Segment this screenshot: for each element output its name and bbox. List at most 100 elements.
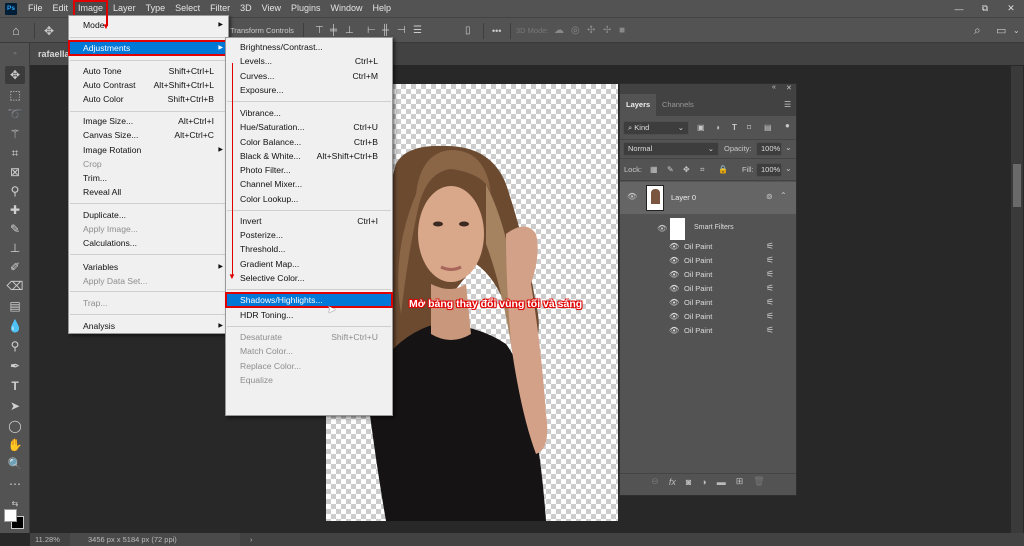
- 3d-roll-icon[interactable]: ◎: [571, 18, 580, 43]
- filter-item[interactable]: 👁 Oil Paint ⚟: [620, 255, 796, 269]
- align-right-icon[interactable]: ⊣: [397, 18, 406, 43]
- filter-item[interactable]: 👁 Oil Paint ⚟: [620, 241, 796, 255]
- menu-item-auto-tone[interactable]: Auto Tone Shift+Ctrl+L: [69, 64, 228, 78]
- menu-item-variables[interactable]: Variables ▶: [69, 260, 228, 274]
- filter-toggle-icon[interactable]: ●: [785, 121, 790, 130]
- menu-item-duplicate[interactable]: Duplicate...: [69, 208, 228, 222]
- adjustment-layer-icon[interactable]: ◑: [701, 477, 706, 487]
- crop-tool-icon[interactable]: ⌗: [5, 144, 25, 162]
- more-options-button[interactable]: •••: [492, 18, 501, 43]
- menu-item-hue-saturation[interactable]: Hue/Saturation... Ctrl+U: [226, 120, 392, 134]
- eyedropper-tool-icon[interactable]: ⚲: [5, 182, 25, 200]
- lock-all-icon[interactable]: 🔒: [718, 165, 728, 174]
- menu-item-gradient-map[interactable]: Gradient Map...: [226, 257, 392, 271]
- workspace-icon[interactable]: ▭: [996, 18, 1006, 43]
- search-icon[interactable]: ⌕: [974, 18, 981, 43]
- collapse-icon[interactable]: »: [5, 45, 25, 63]
- eye-icon[interactable]: 👁: [627, 192, 637, 201]
- type-filter-icon[interactable]: T: [732, 123, 737, 132]
- fx-icon[interactable]: fx: [669, 477, 676, 487]
- menu-item-reveal-all[interactable]: Reveal All: [69, 185, 228, 199]
- menu-item-mode[interactable]: Mode ▶: [69, 18, 228, 32]
- 3d-camera-icon[interactable]: ■: [619, 18, 625, 43]
- menu-item-calculations[interactable]: Calculations...: [69, 236, 228, 250]
- horizontal-scrollbar[interactable]: [30, 532, 1024, 533]
- filter-options-icon[interactable]: ⚟: [766, 283, 774, 294]
- add-mask-icon[interactable]: ◙: [686, 477, 691, 487]
- menu-item-selective-color[interactable]: Selective Color...: [226, 271, 392, 285]
- filter-item[interactable]: 👁 Oil Paint ⚟: [620, 283, 796, 297]
- new-group-icon[interactable]: ▬: [717, 477, 726, 487]
- home-icon[interactable]: ⌂: [12, 18, 20, 43]
- scrollbar-thumb[interactable]: [1013, 164, 1021, 207]
- distribute-vertical-icon[interactable]: ▯: [465, 18, 471, 43]
- eye-icon[interactable]: 👁: [669, 256, 679, 265]
- new-layer-icon[interactable]: ⊞: [736, 476, 744, 487]
- lasso-tool-icon[interactable]: ➰: [5, 105, 25, 123]
- path-selection-tool-icon[interactable]: ➤: [5, 397, 25, 415]
- layer-name[interactable]: Layer 0: [671, 193, 696, 202]
- fill-dropdown-icon[interactable]: ⌄: [785, 164, 792, 173]
- lock-transparent-icon[interactable]: ▦: [650, 165, 658, 174]
- menu-item-adjustments[interactable]: Adjustments ▶: [68, 40, 229, 56]
- pen-tool-icon[interactable]: ✒: [5, 357, 25, 375]
- close-panel-icon[interactable]: ✕: [786, 84, 792, 92]
- fill-input[interactable]: 100%: [756, 163, 782, 177]
- menu-item-color-balance[interactable]: Color Balance... Ctrl+B: [226, 135, 392, 149]
- pixel-filter-icon[interactable]: ▣: [697, 123, 705, 132]
- filter-item[interactable]: 👁 Oil Paint ⚟: [620, 269, 796, 283]
- ellipse-tool-icon[interactable]: ◯: [5, 417, 25, 435]
- blend-mode-dropdown[interactable]: Normal ⌄: [623, 142, 719, 156]
- opacity-dropdown-icon[interactable]: ⌄: [785, 143, 792, 152]
- smart-object-filter-icon[interactable]: ▤: [764, 123, 772, 132]
- menu-view[interactable]: View: [257, 0, 286, 17]
- close-button[interactable]: ✕: [998, 0, 1024, 17]
- menu-help[interactable]: Help: [368, 0, 397, 17]
- eye-icon[interactable]: 👁: [669, 312, 679, 321]
- menu-item-posterize[interactable]: Posterize...: [226, 228, 392, 242]
- layer-row[interactable]: 👁 Layer 0 ⊚ ⌃: [620, 182, 796, 214]
- 3d-pan-icon[interactable]: ✣: [587, 18, 595, 43]
- move-tool-icon[interactable]: ✥: [44, 18, 54, 43]
- dodge-tool-icon[interactable]: ⚲: [5, 337, 25, 355]
- brush-tool-icon[interactable]: ✎: [5, 220, 25, 238]
- menu-item-invert[interactable]: Invert Ctrl+I: [226, 214, 392, 228]
- filter-item[interactable]: 👁 Oil Paint ⚟: [620, 311, 796, 325]
- menu-item-black-white[interactable]: Black & White... Alt+Shift+Ctrl+B: [226, 149, 392, 163]
- panel-menu-icon[interactable]: ☰: [784, 100, 791, 109]
- tab-channels[interactable]: Channels: [656, 94, 700, 116]
- menu-item-auto-color[interactable]: Auto Color Shift+Ctrl+B: [69, 92, 228, 106]
- eye-icon[interactable]: 👁: [669, 326, 679, 335]
- menu-3d[interactable]: 3D: [235, 0, 257, 17]
- blur-tool-icon[interactable]: 💧: [5, 317, 25, 335]
- edit-toolbar-icon[interactable]: ⋯: [5, 475, 25, 493]
- link-layers-icon[interactable]: ⊖: [651, 476, 659, 487]
- foreground-color-swatch[interactable]: [4, 509, 17, 522]
- menu-item-image-size[interactable]: Image Size... Alt+Ctrl+I: [69, 114, 228, 128]
- menu-item-color-lookup[interactable]: Color Lookup...: [226, 192, 392, 206]
- shape-filter-icon[interactable]: ⌑: [747, 123, 751, 132]
- menu-item-trim[interactable]: Trim...: [69, 171, 228, 185]
- move-tool-icon[interactable]: ✥: [5, 66, 25, 84]
- eraser-tool-icon[interactable]: ⌫: [5, 277, 25, 295]
- restore-button[interactable]: ⧉: [972, 0, 998, 17]
- eye-icon[interactable]: 👁: [669, 284, 679, 293]
- frame-tool-icon[interactable]: ⊠: [5, 163, 25, 181]
- filter-options-icon[interactable]: ⚟: [766, 241, 774, 252]
- tab-layers[interactable]: Layers: [620, 94, 657, 116]
- 3d-orbit-icon[interactable]: ☁: [554, 18, 564, 43]
- menu-file[interactable]: File: [23, 0, 48, 17]
- smart-filters-row[interactable]: 👁 Smart Filters: [620, 218, 796, 240]
- vertical-scrollbar[interactable]: [1011, 66, 1023, 533]
- menu-item-levels[interactable]: Levels... Ctrl+L: [226, 54, 392, 68]
- minimize-button[interactable]: —: [946, 0, 972, 17]
- filter-item[interactable]: 👁 Oil Paint ⚟: [620, 325, 796, 339]
- filter-options-icon[interactable]: ⚟: [766, 311, 774, 322]
- delete-layer-icon[interactable]: 🗑: [753, 476, 764, 487]
- zoom-tool-icon[interactable]: 🔍: [5, 455, 25, 473]
- collapse-effects-icon[interactable]: ⌃: [780, 191, 787, 200]
- magic-wand-tool-icon[interactable]: ⚚: [5, 125, 25, 143]
- menu-item-vibrance[interactable]: Vibrance...: [226, 106, 392, 120]
- eye-icon[interactable]: 👁: [657, 224, 667, 233]
- collapse-panel-icon[interactable]: «: [772, 84, 776, 91]
